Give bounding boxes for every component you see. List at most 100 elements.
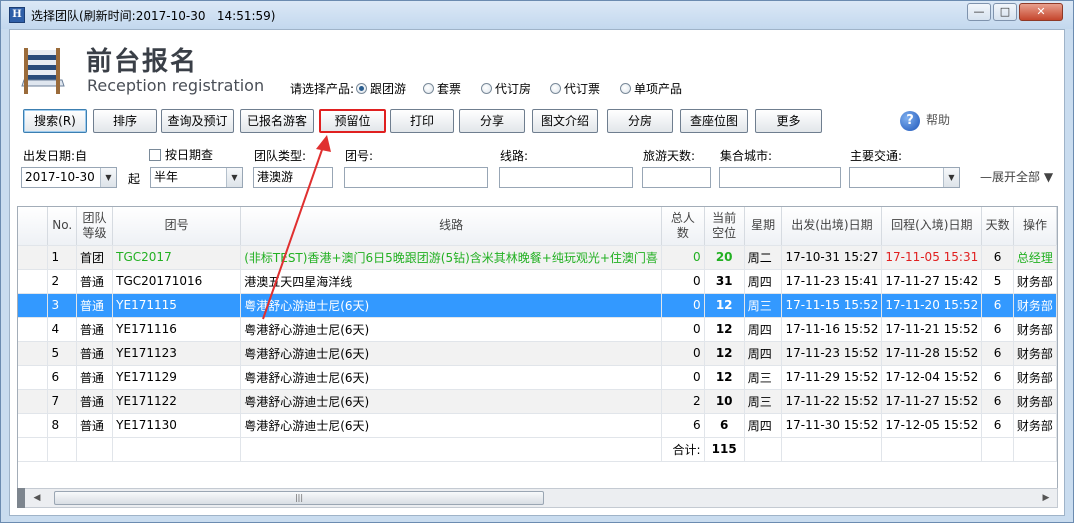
row-select-cell[interactable]	[18, 269, 49, 294]
transport-select[interactable]: ▼	[849, 167, 960, 188]
col-header-no[interactable]: No.	[47, 207, 77, 246]
cell-code: YE171122	[112, 389, 242, 414]
title-bar[interactable]: H 选择团队(刷新时间:2017-10-30 14:51:59) — □ ✕	[1, 1, 1073, 29]
cell-route: 粤港舒心游迪士尼(6天)	[240, 317, 663, 342]
reserve-seat-button[interactable]: 预留位	[319, 109, 386, 133]
radio-ticket[interactable]: 代订票	[550, 80, 600, 97]
table-row[interactable]: 7 普通 YE171122 粤港舒心游迪士尼(6天) 2 10 周三 17-11…	[18, 389, 1057, 414]
room-assign-button[interactable]: 分房	[607, 109, 673, 133]
cell-vacancy: 6	[704, 413, 745, 438]
days-field[interactable]	[642, 167, 711, 188]
client-area: 前台报名 Reception registration 请选择产品: 跟团游 套…	[9, 29, 1065, 516]
cell-route: 粤港舒心游迪士尼(6天)	[240, 293, 663, 318]
range-select[interactable]: 半年 ▼	[150, 167, 243, 188]
gather-city-field[interactable]	[719, 167, 841, 188]
col-header-select[interactable]	[18, 207, 49, 246]
cell-days: 6	[981, 245, 1014, 270]
depart-date-picker[interactable]: 2017-10-30 ▼	[21, 167, 117, 188]
gather-city-label: 集合城市:	[720, 149, 773, 163]
scroll-left-icon[interactable]: ◀	[30, 491, 44, 505]
radio-hotel[interactable]: 代订房	[481, 80, 531, 97]
query-book-button[interactable]: 查询及预订	[161, 109, 234, 133]
dropdown-arrow-icon[interactable]: ▼	[226, 168, 242, 187]
help-button[interactable]: ? 帮助	[900, 109, 950, 133]
row-select-cell[interactable]	[18, 389, 49, 414]
print-button[interactable]: 打印	[390, 109, 454, 133]
radio-single-product[interactable]: 单项产品	[620, 80, 682, 97]
by-day-checkbox[interactable]: 按日期查	[149, 146, 213, 163]
cell-depart: 17-10-31 15:27	[781, 245, 883, 270]
maximize-button[interactable]: □	[993, 3, 1017, 21]
cell-vacancy: 12	[704, 293, 745, 318]
row-select-cell[interactable]	[18, 293, 49, 318]
row-select-cell[interactable]	[18, 341, 49, 366]
col-header-vacancy[interactable]: 当前空位	[704, 207, 745, 246]
total-label: 合计:	[661, 437, 705, 462]
cell-weekday: 周四	[744, 413, 783, 438]
scroll-right-icon[interactable]: ▶	[1039, 491, 1053, 505]
registered-guests-button[interactable]: 已报名游客	[240, 109, 314, 133]
total-row: 合计: 115	[18, 437, 1057, 462]
radio-group-tour[interactable]: 跟团游	[356, 80, 406, 97]
table-row[interactable]: 4 普通 YE171116 粤港舒心游迪士尼(6天) 0 12 周四 17-11…	[18, 317, 1057, 342]
team-no-field[interactable]	[344, 167, 488, 188]
cell-return: 17-12-05 15:52	[881, 413, 983, 438]
row-select-cell[interactable]	[18, 245, 49, 270]
col-header-total[interactable]: 总人数	[661, 207, 705, 246]
row-select-cell[interactable]	[18, 317, 49, 342]
col-header-weekday[interactable]: 星期	[744, 207, 783, 246]
team-type-field[interactable]: 港澳游	[253, 167, 333, 188]
total-vacancy: 115	[704, 437, 745, 462]
col-header-return[interactable]: 回程(入境)日期	[881, 207, 983, 246]
to-label: 起	[128, 172, 141, 186]
cell-return: 17-11-05 15:31	[881, 245, 983, 270]
seat-map-button[interactable]: 查座位图	[680, 109, 748, 133]
cell-op: 财务部	[1013, 269, 1057, 294]
minimize-button[interactable]: —	[967, 3, 991, 21]
table-row[interactable]: 5 普通 YE171123 粤港舒心游迪士尼(6天) 0 12 周四 17-11…	[18, 341, 1057, 366]
col-header-depart[interactable]: 出发(出境)日期	[781, 207, 883, 246]
share-button[interactable]: 分享	[459, 109, 525, 133]
radio-icon	[550, 83, 561, 94]
row-select-cell[interactable]	[18, 413, 49, 438]
radio-icon	[481, 83, 492, 94]
cell-no: 5	[47, 341, 77, 366]
close-button[interactable]: ✕	[1019, 3, 1063, 21]
table-row[interactable]: 2 普通 TGC20171016 港澳五天四星海洋线 0 31 周四 17-11…	[18, 269, 1057, 294]
col-header-code[interactable]: 团号	[112, 207, 242, 246]
dropdown-arrow-icon[interactable]: ▼	[943, 168, 959, 187]
search-button[interactable]: 搜索(R)	[23, 109, 87, 133]
table-row[interactable]: 8 普通 YE171130 粤港舒心游迪士尼(6天) 6 6 周四 17-11-…	[18, 413, 1057, 438]
checkbox-icon	[149, 149, 161, 161]
cell-op: 财务部	[1013, 341, 1057, 366]
sort-button[interactable]: 排序	[93, 109, 157, 133]
expand-all-link[interactable]: —展开全部 ▼	[980, 168, 1053, 185]
intro-button[interactable]: 图文介绍	[532, 109, 598, 133]
more-button[interactable]: 更多	[755, 109, 822, 133]
col-header-route[interactable]: 线路	[240, 207, 663, 246]
cell-op: 财务部	[1013, 293, 1057, 318]
cell-total: 0	[661, 293, 705, 318]
table-row-selected[interactable]: 3 普通 YE171115 粤港舒心游迪士尼(6天) 0 12 周三 17-11…	[18, 293, 1057, 318]
col-header-level[interactable]: 团队等级	[76, 207, 114, 246]
col-header-days[interactable]: 天数	[981, 207, 1014, 246]
total-empty-cell	[781, 437, 883, 462]
cell-level: 普通	[76, 293, 114, 318]
cell-total: 0	[661, 245, 705, 270]
horizontal-scrollbar[interactable]: ◀ ||| ▶	[17, 488, 1058, 508]
table-row[interactable]: 6 普通 YE171129 粤港舒心游迪士尼(6天) 0 12 周三 17-11…	[18, 365, 1057, 390]
table-row[interactable]: 1 首团 TGC2017 (非标TEST)香港+澳门6日5晚跟团游(5钻)含米其…	[18, 245, 1057, 270]
page-subtitle: Reception registration	[87, 76, 265, 95]
scrollbar-thumb[interactable]: |||	[54, 491, 544, 505]
total-empty-cell	[47, 437, 77, 462]
cell-depart: 17-11-22 15:52	[781, 389, 883, 414]
cell-weekday: 周三	[744, 293, 783, 318]
dropdown-arrow-icon[interactable]: ▼	[100, 168, 116, 187]
row-select-cell[interactable]	[18, 365, 49, 390]
route-field[interactable]	[499, 167, 633, 188]
cell-return: 17-12-04 15:52	[881, 365, 983, 390]
radio-package[interactable]: 套票	[423, 80, 461, 97]
cell-code: TGC2017	[112, 245, 242, 270]
col-header-op[interactable]: 操作	[1013, 207, 1057, 246]
table-header: No. 团队等级 团号 线路 总人数 当前空位 星期 出发(出境)日期 回程(入…	[18, 207, 1057, 246]
